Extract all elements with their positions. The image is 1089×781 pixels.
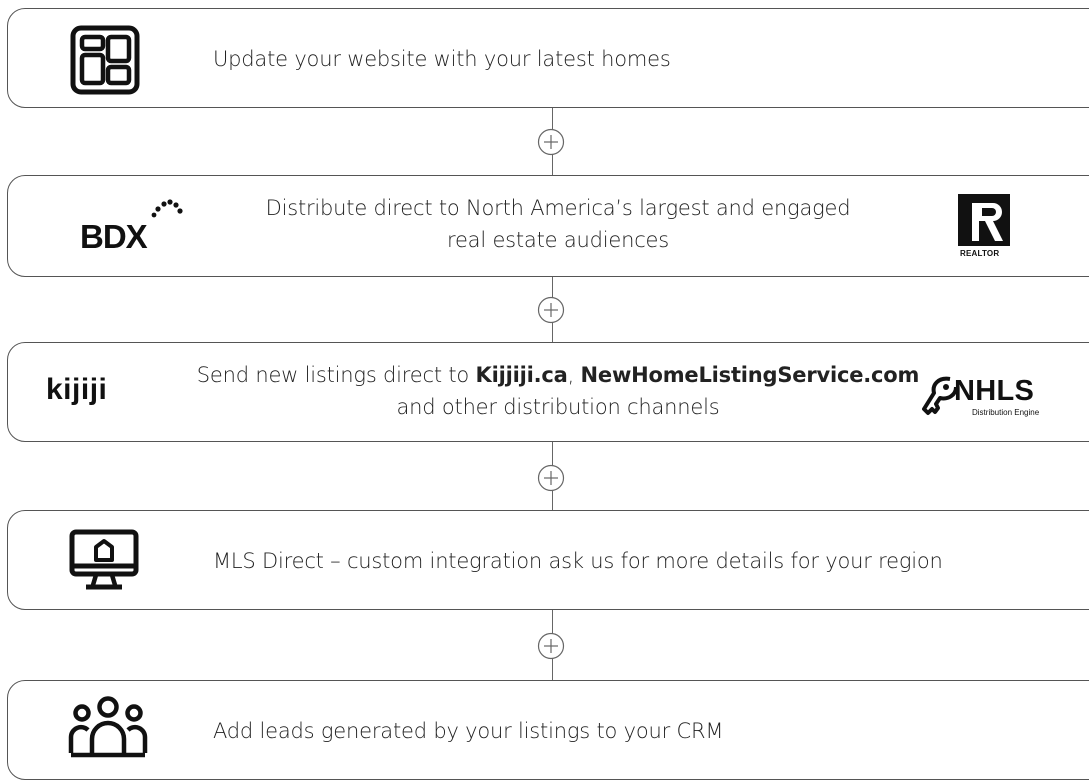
people-group-icon (68, 696, 148, 758)
nhls-logo-sub: Distribution Engine (972, 408, 1040, 417)
step-text: MLS Direct – custom integration ask us f… (213, 549, 943, 573)
step-text-line1: Send new listings direct to Kijjiji.ca, … (196, 363, 920, 387)
realtor-logo-label: REALTOR (960, 249, 1000, 258)
step-card-crm: Add leads generated by your listings to … (7, 680, 1089, 780)
step-card-website: Update your website with your latest hom… (7, 8, 1089, 108)
plus-circle-icon (537, 128, 565, 156)
step-text: Send new listings direct to Kijjiji.ca, … (158, 359, 958, 423)
step-card-distribute: BDX Distribute direct to North America’s… (7, 175, 1089, 277)
bdx-logo-text: BDX (80, 218, 148, 252)
step-text: Update your website with your latest hom… (213, 47, 671, 71)
nhls-logo: NHLS Distribution Engine (920, 373, 1050, 423)
step-text-line2: real estate audiences (446, 228, 670, 252)
step-text-line2: and other distribution channels (396, 395, 720, 419)
step-text: Add leads generated by your listings to … (213, 719, 724, 743)
realtor-logo: REALTOR (951, 192, 1021, 262)
step-card-mls: MLS Direct – custom integration ask us f… (7, 510, 1089, 610)
plus-circle-icon (537, 464, 565, 492)
nhls-logo-text: NHLS (954, 375, 1035, 407)
step-text: Distribute direct to North America’s lar… (158, 192, 958, 256)
website-grid-icon (70, 25, 140, 95)
step-card-listings: kijiji Send new listings direct to Kijji… (7, 342, 1089, 442)
nhls-link-text: NewHomeListingService.com (580, 363, 920, 387)
step-text-line1: Distribute direct to North America’s lar… (265, 196, 851, 220)
monitor-home-icon (69, 529, 139, 590)
kijiji-link-text: Kijjiji.ca (475, 363, 568, 387)
plus-circle-icon (537, 632, 565, 660)
kijiji-logo: kijiji (46, 373, 108, 406)
plus-circle-icon (537, 296, 565, 324)
